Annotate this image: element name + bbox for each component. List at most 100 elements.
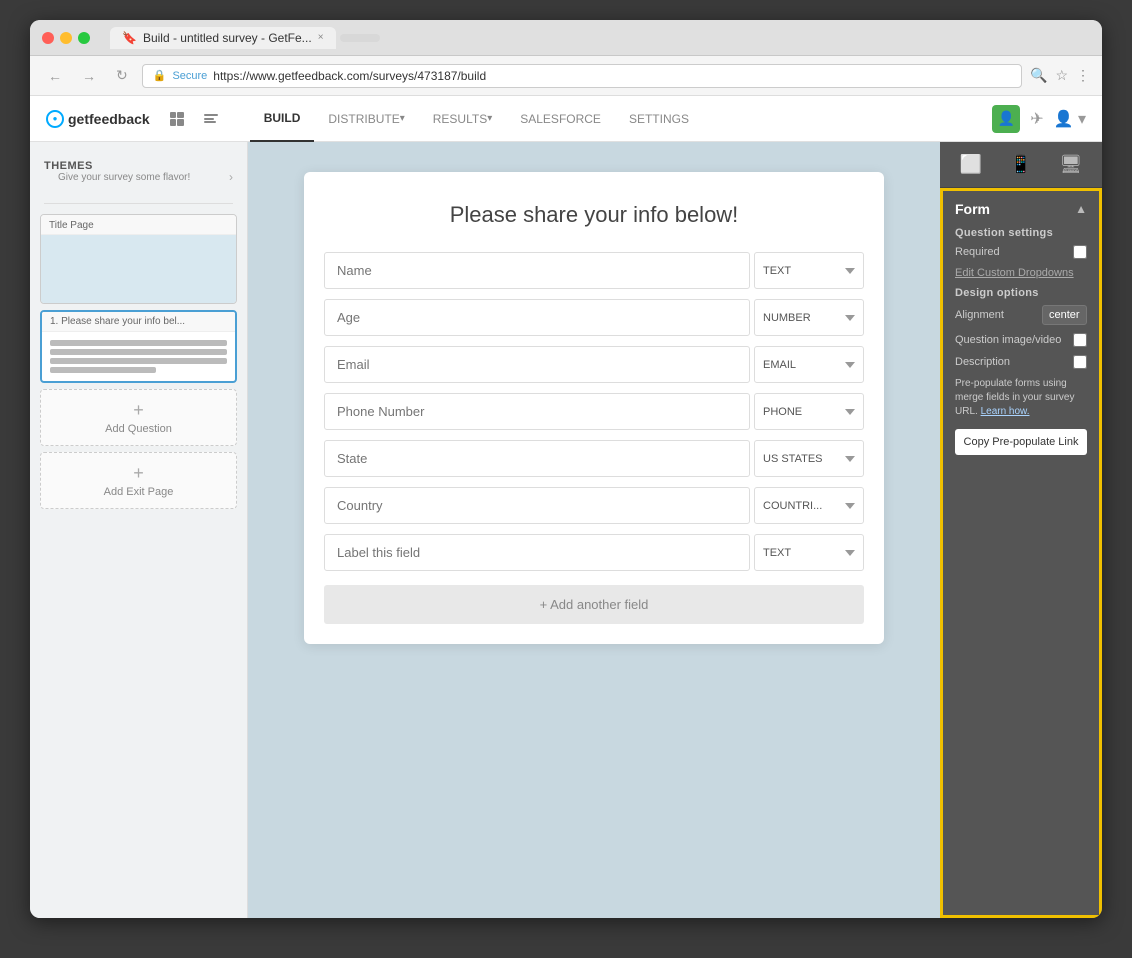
close-button[interactable]	[42, 32, 54, 44]
tablet-icon[interactable]: ⬜	[952, 150, 990, 179]
name-input[interactable]	[324, 252, 750, 289]
themes-title: THEMES	[44, 160, 204, 172]
nav-actions: 🔍 ☆ ⋮	[1030, 67, 1090, 84]
nav-settings[interactable]: SETTINGS	[615, 96, 703, 142]
add-exit-page-button[interactable]: + Add Exit Page	[40, 452, 237, 509]
account-icon[interactable]: 👤 ▾	[1054, 109, 1086, 129]
email-type-select[interactable]: EMAIL	[754, 346, 864, 383]
logo-text: getfeedback	[68, 111, 150, 127]
back-button[interactable]: ←	[42, 64, 68, 88]
add-exit-icon: +	[133, 463, 144, 484]
minimize-button[interactable]	[60, 32, 72, 44]
send-icon[interactable]: ✈	[1030, 109, 1043, 129]
copy-prepopulate-link-button[interactable]: Copy Pre-populate Link	[955, 429, 1087, 455]
user-action-button[interactable]: 👤	[992, 105, 1020, 133]
field-row-custom: TEXT	[324, 534, 864, 571]
tab-label: Build - untitled survey - GetFe...	[143, 31, 312, 45]
question-settings-label: Question settings	[955, 227, 1087, 239]
bar-chart-icon[interactable]	[204, 112, 218, 126]
email-input[interactable]	[324, 346, 750, 383]
design-options-label: Design options	[955, 287, 1087, 299]
lock-icon: 🔒	[153, 69, 167, 82]
custom-type-select[interactable]: TEXT	[754, 534, 864, 571]
country-input[interactable]	[324, 487, 750, 524]
description-label: Description	[955, 356, 1010, 368]
question-image-row: Question image/video	[955, 333, 1087, 347]
nav-salesforce[interactable]: SALESFORCE	[506, 96, 615, 142]
tab-bar: 🔖 Build - untitled survey - GetFe... ×	[110, 27, 380, 49]
tab-favicon: 🔖	[122, 31, 137, 45]
new-tab-area	[340, 34, 380, 42]
device-bar: ⬜ 📱 🖥	[940, 142, 1102, 188]
description-checkbox[interactable]	[1073, 355, 1087, 369]
question-image-checkbox[interactable]	[1073, 333, 1087, 347]
state-type-select[interactable]: US STATES	[754, 440, 864, 477]
app-header: ● getfeedback BUILD DISTRIBUTE RESULTS S…	[30, 96, 1102, 142]
app-body: THEMES Give your survey some flavor! › T…	[30, 142, 1102, 918]
title-bar: 🔖 Build - untitled survey - GetFe... ×	[30, 20, 1102, 56]
add-question-icon: +	[133, 400, 144, 421]
field-row-name: TEXT	[324, 252, 864, 289]
reload-button[interactable]: ↻	[110, 63, 134, 88]
edit-dropdowns-row: Edit Custom Dropdowns	[955, 267, 1087, 279]
search-icon[interactable]: 🔍	[1030, 67, 1047, 84]
active-tab[interactable]: 🔖 Build - untitled survey - GetFe... ×	[110, 27, 336, 49]
add-question-label: Add Question	[105, 423, 172, 435]
logo-icon: ●	[46, 110, 64, 128]
nav-results[interactable]: RESULTS	[419, 96, 507, 142]
themes-chevron-icon: ›	[229, 170, 233, 184]
thumb-line-4	[50, 367, 156, 373]
forward-button[interactable]: →	[76, 64, 102, 88]
question-image-label: Question image/video	[955, 334, 1061, 346]
url-bar[interactable]: 🔒 Secure https://www.getfeedback.com/sur…	[142, 64, 1022, 88]
form-card: Please share your info below! TEXT NUMBE…	[304, 172, 884, 644]
bookmark-icon[interactable]: ☆	[1055, 67, 1068, 84]
grid-icon[interactable]	[170, 112, 184, 126]
required-setting-row: Required	[955, 245, 1087, 259]
field-row-state: US STATES	[324, 440, 864, 477]
custom-field-input[interactable]	[324, 534, 750, 571]
nav-build[interactable]: BUILD	[250, 96, 315, 142]
title-page-preview	[41, 235, 236, 303]
alignment-select[interactable]: center left right	[1042, 305, 1087, 325]
nav-bar: ← → ↻ 🔒 Secure https://www.getfeedback.c…	[30, 56, 1102, 96]
age-input[interactable]	[324, 299, 750, 336]
edit-custom-dropdowns-link[interactable]: Edit Custom Dropdowns	[955, 267, 1074, 279]
phone-type-select[interactable]: PHONE	[754, 393, 864, 430]
thumb-line-2	[50, 349, 227, 355]
country-type-select[interactable]: COUNTRI...	[754, 487, 864, 524]
traffic-lights	[42, 32, 90, 44]
panel-chevron-icon[interactable]: ▲	[1075, 202, 1087, 216]
name-type-select[interactable]: TEXT	[754, 252, 864, 289]
title-page-thumbnail[interactable]: Title Page	[40, 214, 237, 304]
learn-how-link[interactable]: Learn how.	[981, 406, 1030, 417]
url-text: https://www.getfeedback.com/surveys/4731…	[213, 69, 486, 83]
state-input[interactable]	[324, 440, 750, 477]
add-question-button[interactable]: + Add Question	[40, 389, 237, 446]
age-type-select[interactable]: NUMBER	[754, 299, 864, 336]
add-exit-label: Add Exit Page	[104, 486, 174, 498]
field-row-email: EMAIL	[324, 346, 864, 383]
required-label: Required	[955, 246, 1000, 258]
field-row-phone: PHONE	[324, 393, 864, 430]
right-panel-content: Form ▲ Question settings Required Edit C…	[940, 188, 1102, 918]
panel-title: Form ▲	[955, 201, 1087, 217]
phone-input[interactable]	[324, 393, 750, 430]
thumb-line-1	[50, 340, 227, 346]
form-page-thumbnail[interactable]: 1. Please share your info bel...	[40, 310, 237, 383]
field-row-age: NUMBER	[324, 299, 864, 336]
desktop-icon[interactable]: 🖥	[1051, 150, 1090, 179]
survey-canvas: Please share your info below! TEXT NUMBE…	[248, 142, 940, 918]
menu-icon[interactable]: ⋮	[1076, 67, 1090, 84]
tab-close-icon[interactable]: ×	[318, 32, 324, 43]
nav-distribute[interactable]: DISTRIBUTE	[314, 96, 418, 142]
title-page-label: Title Page	[41, 215, 236, 235]
themes-header[interactable]: THEMES Give your survey some flavor! ›	[30, 152, 247, 199]
secure-label: Secure	[172, 70, 207, 82]
prepopulate-text: Pre-populate forms using merge fields in…	[955, 377, 1087, 419]
phone-icon[interactable]: 📱	[1002, 150, 1040, 179]
maximize-button[interactable]	[78, 32, 90, 44]
required-checkbox[interactable]	[1073, 245, 1087, 259]
add-field-button[interactable]: + Add another field	[324, 585, 864, 624]
panel-title-text: Form	[955, 201, 990, 217]
